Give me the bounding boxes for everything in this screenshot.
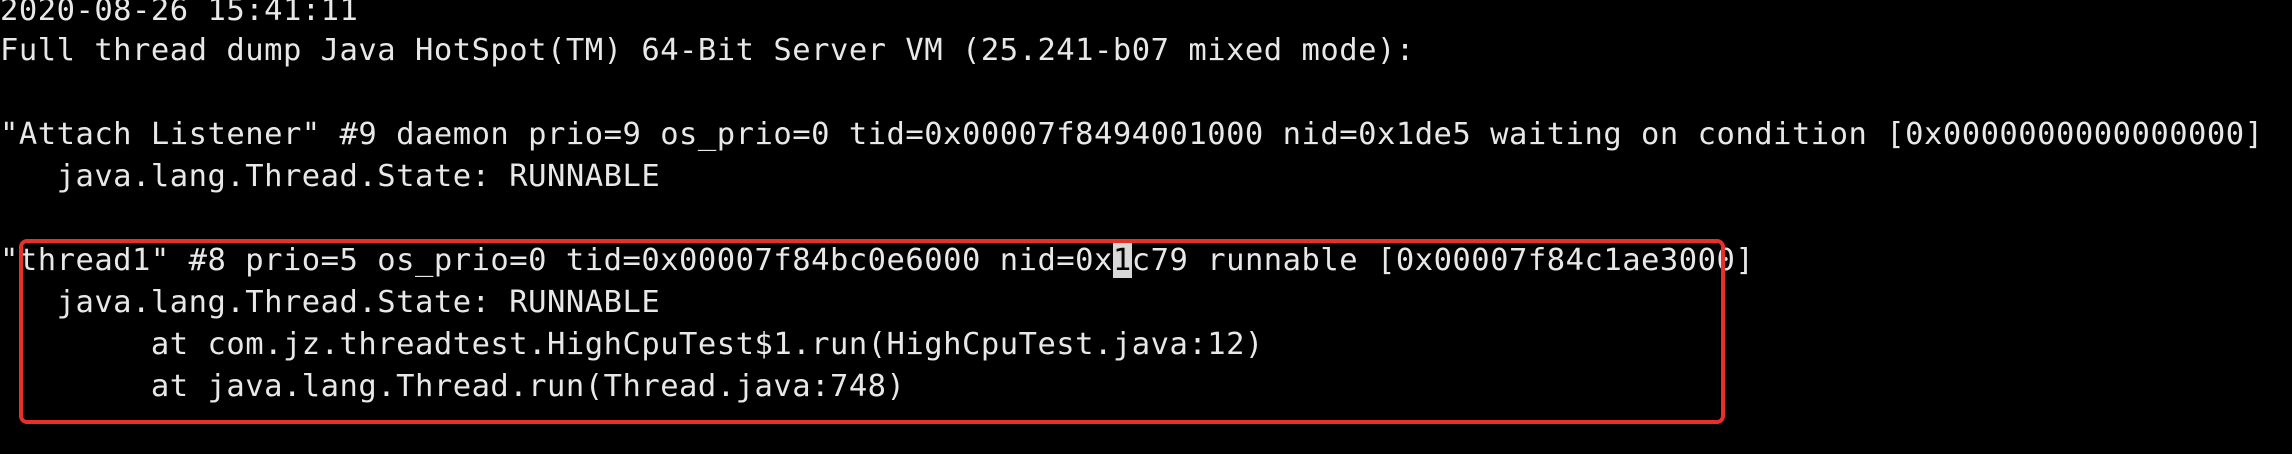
thread1-text-before-cursor: "thread1" #8 prio=5 os_prio=0 tid=0x0000… [0, 243, 1113, 278]
thread1-state-line: java.lang.Thread.State: RUNNABLE [0, 285, 661, 320]
stack-frame-line: at java.lang.Thread.run(Thread.java:748) [0, 369, 906, 404]
terminal-window[interactable]: 2020-08-26 15:41:11 Full thread dump Jav… [0, 0, 2292, 454]
thread-dump-header-line: Full thread dump Java HotSpot(TM) 64-Bit… [0, 33, 1415, 68]
attach-listener-thread-line: "Attach Listener" #9 daemon prio=9 os_pr… [0, 117, 2264, 152]
text-cursor: 1 [1112, 243, 1132, 278]
thread1-text-after-cursor: c79 runnable [0x00007f84c1ae3000] [1131, 243, 1755, 278]
attach-listener-state-line: java.lang.Thread.State: RUNNABLE [0, 159, 661, 194]
stack-frame-line: at com.jz.threadtest.HighCpuTest$1.run(H… [0, 327, 1264, 362]
timestamp-line: 2020-08-26 15:41:11 [0, 0, 359, 28]
thread1-line: "thread1" #8 prio=5 os_prio=0 tid=0x0000… [0, 240, 1754, 282]
